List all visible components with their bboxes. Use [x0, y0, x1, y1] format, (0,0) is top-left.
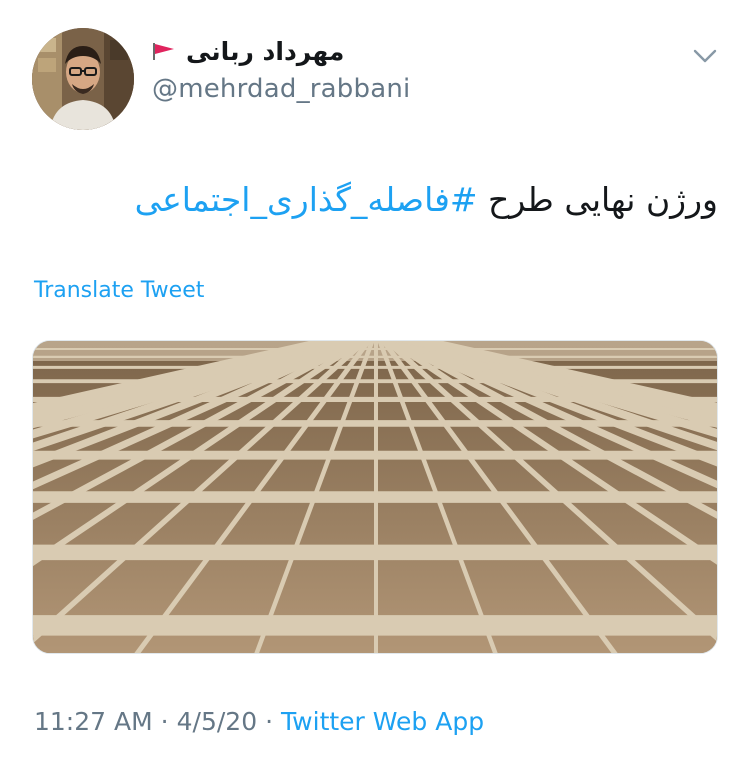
tweet-text-plain: ورژن نهایی طرح	[477, 180, 718, 219]
translate-tweet-link[interactable]: Translate Tweet	[34, 278, 204, 303]
tweet-date[interactable]: 4/5/20	[177, 707, 257, 736]
meta-separator: ·	[265, 707, 274, 736]
tweet-hashtag[interactable]: #فاصله_گذاری_اجتماعی	[135, 180, 478, 219]
tweet-source-link[interactable]: Twitter Web App	[281, 707, 484, 736]
red-flag-icon	[152, 42, 176, 60]
chevron-down-icon[interactable]	[690, 44, 720, 68]
author-name-row: مهرداد ربانی	[152, 34, 622, 68]
tweet-text: ورژن نهایی طرح #فاصله_گذاری_اجتماعی	[32, 172, 718, 228]
tweet-time[interactable]: 11:27 AM	[34, 707, 153, 736]
meta-separator: ·	[160, 707, 169, 736]
avatar-image	[32, 28, 134, 130]
tweet-meta: 11:27 AM · 4/5/20 · Twitter Web App	[34, 707, 484, 736]
avatar[interactable]	[32, 28, 134, 130]
tweet-media-image[interactable]	[32, 340, 718, 654]
author-display-name[interactable]: مهرداد ربانی	[186, 37, 344, 66]
author-handle[interactable]: @mehrdad_rabbani	[152, 74, 622, 104]
tweet-author: مهرداد ربانی @mehrdad_rabbani	[152, 34, 622, 105]
